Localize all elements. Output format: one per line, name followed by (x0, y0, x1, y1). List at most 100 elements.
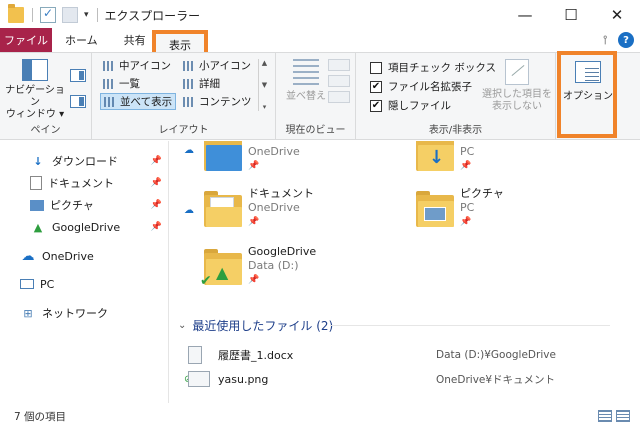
minimize-button[interactable]: — (502, 0, 548, 30)
group-label-current-view: 現在のビュー (285, 125, 346, 136)
pin-icon: 📌 (248, 161, 260, 171)
new-folder-icon[interactable] (62, 7, 78, 23)
title-bar: ▾ エクスプローラー — ☐ ✕ (0, 0, 640, 30)
small-icons-icon (183, 60, 195, 71)
hide-selected-button[interactable]: 選択した項目を 表示しない (480, 59, 554, 113)
pin-icon: 📌 (248, 275, 260, 285)
layout-small-icons[interactable]: 小アイコン (180, 57, 254, 74)
recent-files-header[interactable]: ⌄ 最近使用したファイル (2) (178, 317, 333, 334)
navigation-pane: ↓ ダウンロード 📌 ドキュメント 📌 ピクチャ 📌 ▲ GoogleDrive… (0, 141, 170, 403)
nav-item-pc[interactable]: PC (0, 274, 170, 294)
png-file-icon (188, 371, 210, 387)
file-extensions-toggle[interactable]: ✔ ファイル名拡張子 (370, 78, 472, 95)
docx-file-icon (188, 346, 202, 364)
group-layout: 中アイコン 小アイコン 一覧 詳細 並べて表示 コンテンツ ▲ ▼ ▾ レイアウ… (92, 53, 276, 139)
layout-scroller[interactable]: ▲ ▼ ▾ (258, 59, 270, 111)
nav-item-onedrive[interactable]: ☁ OneDrive (0, 246, 170, 266)
nav-item-documents[interactable]: ドキュメント 📌 (0, 173, 170, 193)
ribbon-tabs: ファイル ホーム 共有 表示 ⊸ ? (0, 28, 640, 60)
layout-medium-icons[interactable]: 中アイコン (100, 57, 174, 74)
group-label-show-hide: 表示/非表示 (428, 125, 483, 136)
tab-home[interactable]: ホーム (52, 28, 111, 52)
scroll-up-icon[interactable]: ▲ (262, 59, 267, 67)
folder-tile[interactable]: OneDrive 📌 (204, 141, 300, 173)
picture-icon (30, 199, 44, 211)
folder-tile[interactable]: ↓ PC 📌 (416, 141, 474, 173)
layout-content[interactable]: コンテンツ (180, 93, 255, 110)
pc-icon (20, 279, 34, 289)
network-icon: ⊞ (23, 306, 33, 320)
nav-item-google-drive[interactable]: ▲ GoogleDrive 📌 (0, 217, 170, 237)
expand-gallery-icon[interactable]: ▾ (263, 103, 267, 111)
pane-divider (168, 141, 169, 403)
recent-file-row[interactable]: 履歴書_1.docx Data (D:)¥GoogleDrive (188, 345, 622, 365)
cloud-status-icon: ☁ (184, 145, 194, 156)
chevron-down-icon[interactable]: ⌄ (178, 320, 186, 331)
details-pane-icon[interactable] (70, 95, 86, 108)
hidden-items-checkbox[interactable]: ✔ (370, 99, 382, 112)
folder-tile-pictures[interactable]: ピクチャ PC 📌 (416, 187, 504, 229)
content-area: ☁ OneDrive 📌 ↓ PC 📌 ☁ ドキュメント OneDrive 📌 … (170, 141, 622, 403)
hidden-items-toggle[interactable]: ✔ 隠しファイル (370, 97, 451, 114)
layout-tiles[interactable]: 並べて表示 (100, 93, 177, 110)
group-label-panes: ペイン (30, 125, 61, 136)
pin-icon: 📌 (150, 222, 162, 232)
documents-folder-icon (204, 191, 242, 227)
group-current-view: 並べ替え 現在のビュー (276, 53, 356, 139)
tiles-icon (104, 96, 116, 107)
properties-icon[interactable] (40, 6, 56, 23)
scroll-down-icon[interactable]: ▼ (262, 81, 267, 89)
sort-button[interactable]: 並べ替え (286, 59, 326, 103)
cloud-status-icon: ☁ (184, 205, 194, 216)
sort-label: 並べ替え (286, 91, 326, 102)
large-icons-view-icon[interactable] (616, 410, 630, 422)
options-highlight-box (557, 51, 617, 138)
item-checkboxes-checkbox[interactable] (370, 61, 382, 74)
pictures-folder-icon (416, 191, 454, 227)
details-view-icon[interactable] (598, 410, 612, 422)
pin-icon: 📌 (150, 156, 162, 166)
add-columns-dropdown[interactable] (328, 75, 350, 87)
nav-item-pictures[interactable]: ピクチャ 📌 (0, 195, 170, 215)
content-icon (183, 96, 195, 107)
navigation-pane-icon (22, 59, 48, 81)
document-icon (30, 176, 42, 190)
quick-access-toolbar: ▾ エクスプローラー (0, 0, 200, 30)
list-icon (103, 78, 115, 89)
section-divider (330, 325, 610, 326)
hide-selected-label: 選択した項目を 表示しない (482, 89, 552, 112)
size-columns-button[interactable] (328, 91, 350, 103)
item-count: 7 個の項目 (14, 411, 67, 423)
group-label-layout: レイアウト (158, 125, 209, 136)
navigation-pane-label: ナビゲーション ウィンドウ ▾ (5, 85, 65, 120)
recent-file-row[interactable]: ⊘ yasu.png OneDrive¥ドキュメント (184, 369, 622, 389)
medium-icons-icon (103, 60, 115, 71)
download-arrow-icon: ↓ (33, 154, 43, 168)
ribbon: ナビゲーション ウィンドウ ▾ ペイン 中アイコン 小アイコン 一覧 詳細 並べ… (0, 52, 640, 140)
tab-file[interactable]: ファイル (0, 28, 52, 52)
group-by-dropdown[interactable] (328, 59, 350, 71)
customize-toolbar-dropdown[interactable]: ▾ (84, 10, 89, 20)
nav-item-network[interactable]: ⊞ ネットワーク (0, 303, 170, 323)
details-icon (183, 78, 195, 89)
navigation-pane-button[interactable]: ナビゲーション ウィンドウ ▾ (4, 59, 66, 121)
maximize-button[interactable]: ☐ (548, 0, 594, 30)
pin-icon: 📌 (150, 200, 162, 210)
preview-pane-icon[interactable] (70, 69, 86, 82)
file-extensions-checkbox[interactable]: ✔ (370, 80, 382, 93)
help-icon[interactable]: ? (618, 32, 634, 48)
item-checkboxes-toggle[interactable]: 項目チェック ボックス (370, 59, 496, 76)
pin-ribbon-icon[interactable]: ⊸ (598, 35, 612, 45)
folder-tile-documents[interactable]: ドキュメント OneDrive 📌 (204, 187, 314, 229)
pin-icon: 📌 (460, 217, 472, 227)
close-button[interactable]: ✕ (594, 0, 640, 30)
layout-list[interactable]: 一覧 (100, 75, 143, 92)
nav-item-downloads[interactable]: ↓ ダウンロード 📌 (0, 151, 170, 171)
cloud-icon: ☁ (21, 248, 35, 264)
desktop-folder-icon (204, 141, 242, 171)
download-folder-icon: ↓ (416, 141, 454, 171)
folder-tile-google-drive[interactable]: ▲ ✔ GoogleDrive Data (D:) 📌 (200, 245, 316, 289)
layout-details[interactable]: 詳細 (180, 75, 223, 92)
group-panes: ナビゲーション ウィンドウ ▾ ペイン (0, 53, 92, 139)
pin-icon: 📌 (460, 161, 472, 171)
